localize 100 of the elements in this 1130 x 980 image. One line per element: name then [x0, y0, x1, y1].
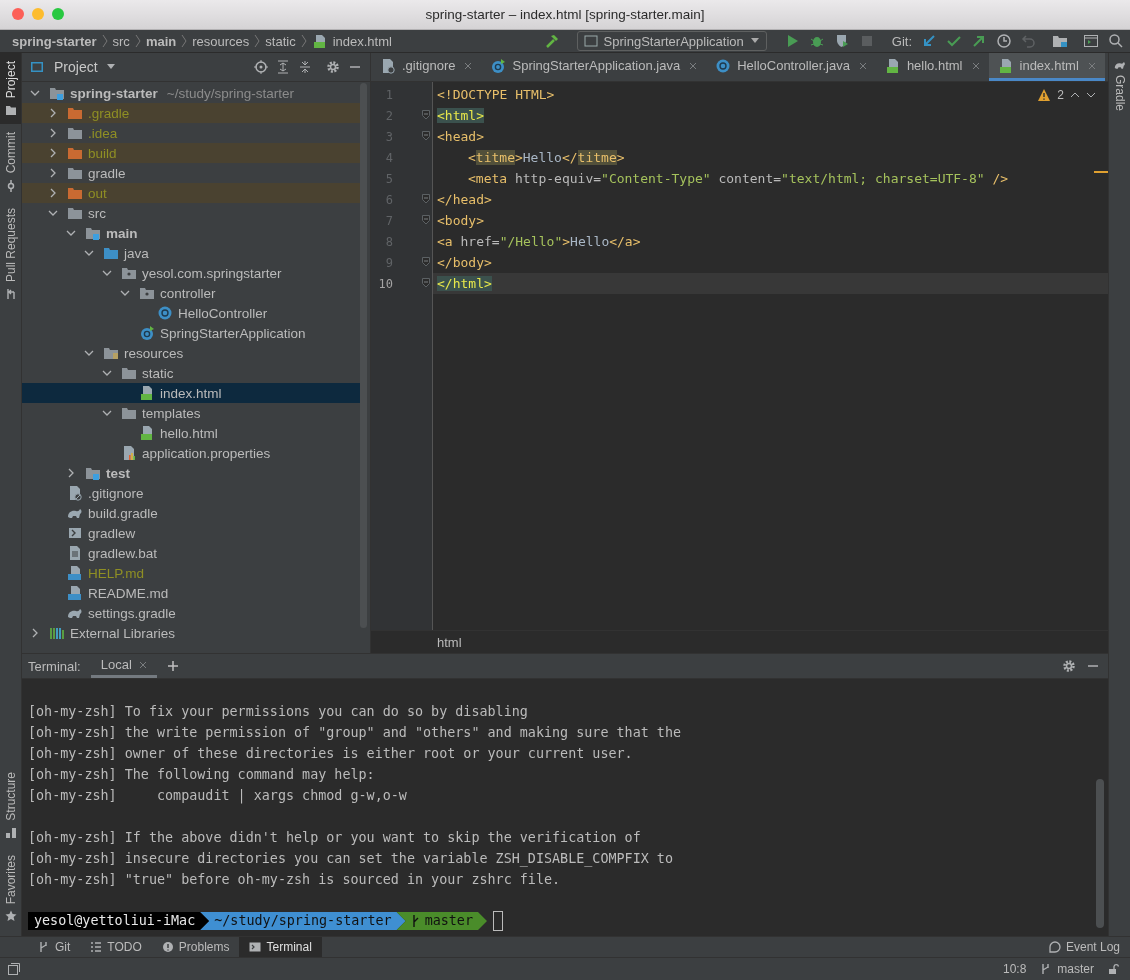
cursor-position[interactable]: 10:8 [1002, 962, 1027, 976]
tree-item[interactable]: .gradle [22, 103, 360, 123]
tree-item[interactable]: settings.gradle [22, 603, 360, 623]
tree-item[interactable]: README.md [22, 583, 360, 603]
tree-item[interactable]: gradlew.bat [22, 543, 360, 563]
chevron-icon[interactable] [66, 468, 76, 478]
layout-icon[interactable] [8, 963, 20, 975]
editor-tab[interactable]: hello.html [875, 53, 989, 81]
fold-marker-icon[interactable] [422, 257, 430, 267]
git-branch-widget[interactable]: master [1040, 962, 1094, 976]
chevron-icon[interactable] [48, 168, 58, 178]
tree-item[interactable]: gradle [22, 163, 360, 183]
event-log-button[interactable]: Event Log [1038, 937, 1130, 957]
fold-marker-icon[interactable] [422, 131, 430, 141]
chevron-icon[interactable] [84, 248, 94, 258]
chevron-icon[interactable] [102, 408, 112, 418]
tool-window-tab[interactable]: Favorites [0, 846, 21, 930]
tree-item[interactable]: test [22, 463, 360, 483]
fold-marker-icon[interactable] [422, 110, 430, 120]
tool-window-button[interactable]: Terminal [239, 937, 322, 957]
tree-item[interactable]: resources [22, 343, 360, 363]
expand-all-icon[interactable] [276, 60, 290, 74]
chevron-icon[interactable] [48, 188, 58, 198]
tool-window-tab[interactable]: Commit [0, 124, 21, 200]
tool-window-button[interactable]: TODO [80, 937, 152, 957]
tool-window-tab[interactable]: Project [0, 53, 21, 125]
chevron-icon[interactable] [120, 288, 130, 298]
tree-item[interactable]: index.html [22, 383, 360, 403]
check-icon[interactable] [946, 33, 962, 49]
tree-item[interactable]: gradlew [22, 523, 360, 543]
tree-item[interactable]: .idea [22, 123, 360, 143]
close-icon[interactable] [138, 660, 147, 669]
tree-item[interactable]: External Libraries [22, 623, 360, 643]
chevron-icon[interactable] [30, 628, 40, 638]
tool-window-tab[interactable]: Pull Requests [0, 199, 21, 308]
tree-item[interactable]: templates [22, 403, 360, 423]
breadcrumb-item[interactable]: main [145, 33, 177, 49]
tree-item[interactable]: java [22, 243, 360, 263]
editor-tab[interactable]: .gitignore [371, 53, 482, 81]
window-icon[interactable] [1083, 33, 1099, 49]
add-icon[interactable] [166, 660, 179, 672]
caret-icon[interactable] [105, 64, 116, 70]
fold-marker-icon[interactable] [422, 194, 430, 204]
tree-item[interactable]: static [22, 363, 360, 383]
close-icon[interactable] [858, 61, 867, 70]
scrollbar[interactable] [1096, 779, 1104, 928]
close-icon[interactable] [689, 61, 698, 70]
search-icon[interactable] [1108, 33, 1124, 49]
close-icon[interactable] [464, 61, 473, 70]
up-chevron-icon[interactable] [1070, 92, 1080, 98]
chevron-icon[interactable] [48, 148, 58, 158]
push-arrow-icon[interactable] [971, 33, 987, 49]
editor-tab[interactable]: index.html [988, 53, 1105, 81]
breadcrumb-item[interactable]: src [112, 33, 130, 49]
folder-icon[interactable] [1052, 33, 1068, 49]
run-configuration-dropdown[interactable]: SpringStarterApplication [576, 31, 767, 51]
tool-window-tab[interactable]: Structure [0, 763, 21, 847]
chevron-icon[interactable] [48, 208, 58, 218]
collapse-all-icon[interactable] [298, 60, 312, 74]
breadcrumb-item[interactable]: index.html [332, 33, 392, 49]
tool-window-button[interactable]: Problems [151, 937, 240, 957]
editor-tab[interactable]: HelloController.java [706, 53, 876, 81]
chevron-icon[interactable] [48, 108, 58, 118]
tree-item[interactable]: main [22, 223, 360, 243]
tree-item[interactable]: SpringStarterApplication [22, 323, 360, 343]
tree-item[interactable]: out [22, 183, 360, 203]
lock-icon[interactable] [1108, 963, 1120, 975]
clock-icon[interactable] [996, 33, 1012, 49]
breadcrumb-item[interactable]: resources [192, 33, 250, 49]
panel-title-dropdown[interactable]: Project [54, 59, 98, 75]
tree-item[interactable]: application.properties [22, 443, 360, 463]
tree-item[interactable]: controller [22, 283, 360, 303]
chevron-icon[interactable] [102, 268, 112, 278]
tree-item[interactable]: build.gradle [22, 503, 360, 523]
settings-icon[interactable] [1062, 659, 1076, 673]
breadcrumb-item[interactable]: static [265, 33, 296, 49]
fold-marker-icon[interactable] [422, 215, 430, 225]
tool-window-tab[interactable]: Gradle [1109, 53, 1130, 118]
down-chevron-icon[interactable] [1086, 92, 1096, 98]
chevron-icon[interactable] [84, 348, 94, 358]
warning-icon[interactable] [1037, 88, 1052, 102]
breadcrumb-item[interactable]: spring-starter [12, 33, 97, 49]
editor-breadcrumb[interactable]: html [437, 634, 462, 650]
tree-item[interactable]: .gitignore [22, 483, 360, 503]
tree-item[interactable]: HelloController [22, 303, 360, 323]
tree-item[interactable]: yesol.com.springstarter [22, 263, 360, 283]
chevron-icon[interactable] [66, 228, 76, 238]
chevron-icon[interactable] [30, 88, 40, 98]
tool-window-button[interactable]: Git [28, 937, 81, 957]
tree-item[interactable]: spring-starter ~/study/spring-starter [22, 83, 360, 103]
tree-item[interactable]: HELP.md [22, 563, 360, 583]
close-icon[interactable] [971, 61, 980, 70]
update-arrow-icon[interactable] [921, 33, 937, 49]
tree-item[interactable]: hello.html [22, 423, 360, 443]
tree-item[interactable]: src [22, 203, 360, 223]
settings-icon[interactable] [326, 60, 340, 74]
editor-tab[interactable]: SpringStarterApplication.java [481, 53, 707, 81]
crosshair-icon[interactable] [254, 60, 268, 74]
chevron-icon[interactable] [102, 368, 112, 378]
tree-item[interactable]: build [22, 143, 360, 163]
